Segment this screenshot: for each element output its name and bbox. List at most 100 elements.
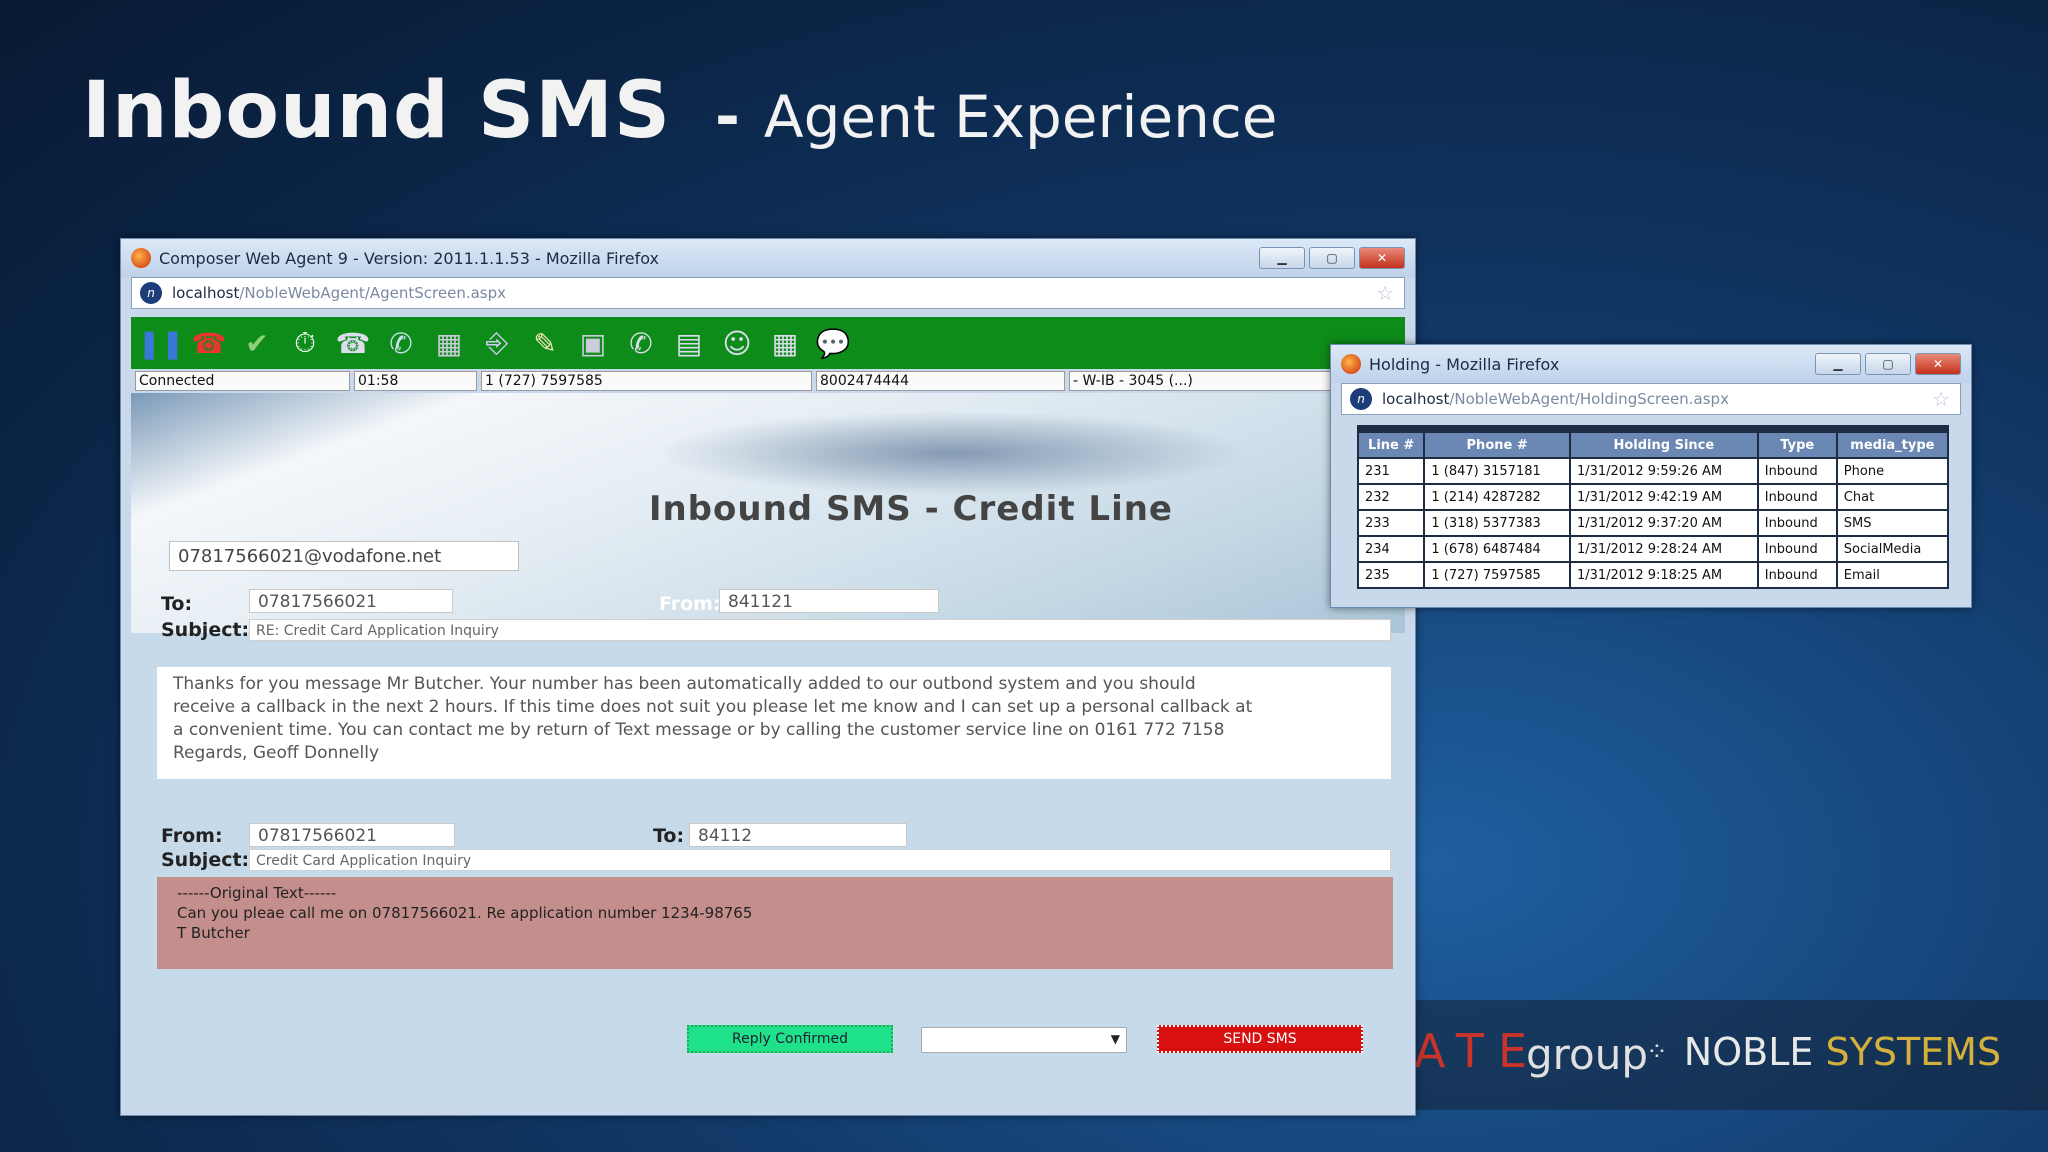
agent-user-icon[interactable]: ☺	[717, 323, 757, 363]
reply-subject-label: Subject:	[161, 849, 250, 871]
line-cell: 235	[1356, 561, 1426, 589]
original-text-line: Can you pleae call me on 07817566021. Re…	[177, 904, 753, 922]
notes-icon[interactable]: ✎	[525, 323, 565, 363]
message-line: Regards, Geoff Donnelly	[173, 743, 380, 763]
device-icon[interactable]: ▣	[573, 323, 613, 363]
slide-title-sub: Agent Experience	[763, 83, 1278, 151]
line-cell: 232	[1356, 483, 1426, 511]
minimize-button[interactable]: ▁	[1815, 353, 1861, 375]
agent-status-row: Connected 01:58 1 (727) 7597585 80024744…	[135, 371, 1395, 391]
line-cell: 233	[1356, 509, 1426, 537]
send-sms-button[interactable]: SEND SMS	[1157, 1025, 1363, 1053]
holding-since-cell: 1/31/2012 9:42:19 AM	[1568, 483, 1759, 511]
logo-noble-text: NOBLE	[1683, 1030, 1814, 1074]
agent-screen-body: Inbound SMS - Credit Line 07817566021@vo…	[131, 393, 1405, 1107]
incoming-message-body[interactable]: Thanks for you message Mr Butcher. Your …	[157, 667, 1391, 779]
message-line: receive a callback in the next 2 hours. …	[173, 697, 1253, 717]
url-path: /NobleWebAgent/AgentScreen.aspx	[239, 284, 507, 302]
phone-icon[interactable]: ☎	[333, 323, 373, 363]
message-line: Thanks for you message Mr Butcher. Your …	[173, 674, 1196, 694]
holding-since-cell: 1/31/2012 9:28:24 AM	[1568, 535, 1759, 563]
media-type-cell: Email	[1835, 561, 1950, 589]
column-header[interactable]: media_type	[1835, 431, 1950, 459]
media-type-cell: Chat	[1835, 483, 1950, 511]
incoming-to-field[interactable]: 07817566021	[249, 589, 453, 613]
phone-cell: 1 (678) 6487484	[1423, 535, 1571, 563]
holding-window-titlebar: Holding - Mozilla Firefox ▁ ▢ ✕	[1331, 345, 1971, 383]
holding-browser-window: Holding - Mozilla Firefox ▁ ▢ ✕ n localh…	[1330, 344, 1972, 608]
agent-window-titlebar: Composer Web Agent 9 - Version: 2011.1.1…	[121, 239, 1415, 277]
table-row[interactable]: 233 1 (318) 5377383 1/31/2012 9:37:20 AM…	[1356, 509, 1950, 537]
logo-systems-text: SYSTEMS	[1825, 1030, 2002, 1074]
maximize-button[interactable]: ▢	[1865, 353, 1911, 375]
logo-dots-icon: ⁘	[1646, 1037, 1668, 1067]
reply-to-label: To:	[653, 825, 685, 847]
holding-table-header: Line # Phone # Holding Since Type media_…	[1356, 431, 1950, 459]
column-header[interactable]: Holding Since	[1568, 431, 1759, 459]
column-header[interactable]: Line #	[1356, 431, 1426, 459]
original-text-line: ------Original Text------	[177, 884, 337, 902]
reply-confirmed-button[interactable]: Reply Confirmed	[687, 1025, 893, 1053]
maximize-button[interactable]: ▢	[1309, 247, 1355, 269]
phone-cell: 1 (214) 4287282	[1423, 483, 1571, 511]
minimize-button[interactable]: ▁	[1259, 247, 1305, 269]
reply-to-field[interactable]: 84112	[689, 823, 907, 847]
files-icon[interactable]: ▤	[669, 323, 709, 363]
pause-icon[interactable]: ❚❚	[138, 323, 185, 363]
column-header[interactable]: Phone #	[1423, 431, 1571, 459]
site-identity-icon: n	[1350, 388, 1372, 410]
reply-message-body[interactable]: ------Original Text------ Can you pleae …	[157, 877, 1393, 969]
slide-title: Inbound SMS - Agent Experience	[82, 66, 1277, 156]
holding-address-bar[interactable]: n localhost/NobleWebAgent/HoldingScreen.…	[1341, 383, 1961, 415]
incoming-to-label: To:	[161, 593, 193, 615]
logo-noble-systems: ⁘ NOBLE SYSTEMS	[1646, 1030, 2001, 1074]
bookmark-star-icon[interactable]: ☆	[1932, 387, 1950, 411]
hangup-icon[interactable]: ☎	[189, 323, 229, 363]
media-type-cell: Phone	[1835, 457, 1950, 485]
phone-cell: 1 (847) 3157181	[1423, 457, 1571, 485]
disposition-select[interactable]: ▼	[921, 1027, 1127, 1053]
bookmark-star-icon[interactable]: ☆	[1376, 281, 1394, 305]
incoming-subject-field[interactable]: RE: Credit Card Application Inquiry	[249, 619, 1391, 641]
close-button[interactable]: ✕	[1915, 353, 1961, 375]
message-line: a convenient time. You can contact me by…	[173, 720, 1225, 740]
status-phone: 1 (727) 7597585	[481, 371, 812, 391]
firefox-icon	[131, 248, 151, 268]
agent-address-bar[interactable]: n localhost/NobleWebAgent/AgentScreen.as…	[131, 277, 1405, 309]
firefox-icon	[1341, 354, 1361, 374]
close-button[interactable]: ✕	[1359, 247, 1405, 269]
record-icon[interactable]: ▦	[429, 323, 469, 363]
type-cell: Inbound	[1756, 509, 1838, 537]
table-row[interactable]: 232 1 (214) 4287282 1/31/2012 9:42:19 AM…	[1356, 483, 1950, 511]
url-host: localhost	[172, 284, 240, 302]
reply-subject-field[interactable]: Credit Card Application Inquiry	[249, 849, 1391, 871]
reply-from-label: From:	[161, 825, 223, 847]
table-row[interactable]: 231 1 (847) 3157181 1/31/2012 9:59:26 AM…	[1356, 457, 1950, 485]
column-header[interactable]: Type	[1756, 431, 1838, 459]
line-cell: 234	[1356, 535, 1426, 563]
logout-door-icon[interactable]: ⎆	[477, 323, 517, 363]
transfer-icon[interactable]: ✆	[381, 323, 421, 363]
status-state: Connected	[135, 371, 350, 391]
site-identity-icon: n	[140, 282, 162, 304]
phone-cell: 1 (318) 5377383	[1423, 509, 1571, 537]
ready-check-icon[interactable]: ✔	[237, 323, 277, 363]
type-cell: Inbound	[1756, 561, 1838, 589]
status-campaign: - W-IB - 3045 (...)	[1069, 371, 1344, 391]
line-cell: 231	[1356, 457, 1426, 485]
incoming-from-field[interactable]: 841121	[719, 589, 939, 613]
incoming-from-label: From:	[659, 593, 721, 615]
media-type-cell: SMS	[1835, 509, 1950, 537]
chat-bubble-icon[interactable]: 💬	[813, 323, 853, 363]
logo-ate: ATE	[1414, 1024, 1542, 1078]
table-row[interactable]: 235 1 (727) 7597585 1/31/2012 9:18:25 AM…	[1356, 561, 1950, 589]
schedule-icon[interactable]: ⏱	[285, 323, 325, 363]
table-row[interactable]: 234 1 (678) 6487484 1/31/2012 9:28:24 AM…	[1356, 535, 1950, 563]
slide-title-dash: -	[715, 82, 740, 152]
holding-since-cell: 1/31/2012 9:59:26 AM	[1568, 457, 1759, 485]
holding-since-cell: 1/31/2012 9:37:20 AM	[1568, 509, 1759, 537]
calendar-icon[interactable]: ▦	[765, 323, 805, 363]
dial-icon[interactable]: ✆	[621, 323, 661, 363]
email-field[interactable]: 07817566021@vodafone.net	[169, 541, 519, 571]
reply-from-field[interactable]: 07817566021	[249, 823, 455, 847]
